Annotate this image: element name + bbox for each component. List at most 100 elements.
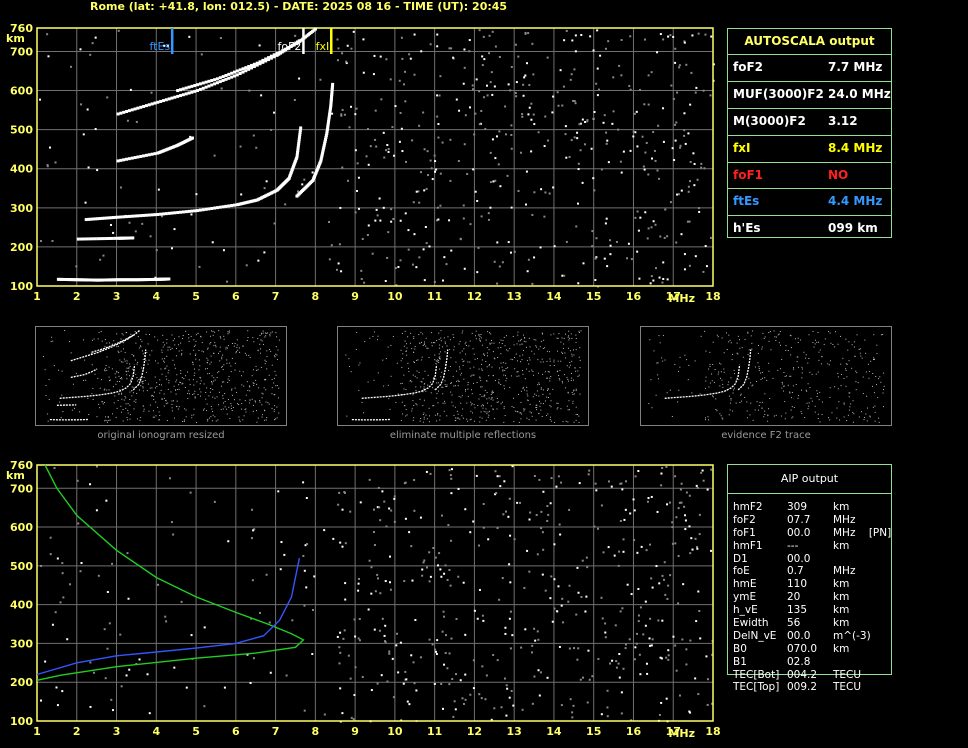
- noise-dot: [474, 112, 477, 115]
- thumbnail-noise: [520, 401, 522, 403]
- y-axis-label: km: [6, 32, 25, 45]
- echo-point: [139, 154, 143, 158]
- noise-dot: [577, 282, 580, 285]
- noise-dot: [79, 48, 82, 51]
- aip-unit: TECU: [833, 668, 862, 681]
- thumbnail-noise: [181, 383, 183, 385]
- noise-dot: [653, 149, 656, 152]
- thumbnail-noise: [224, 406, 226, 408]
- noise-dot: [128, 221, 131, 224]
- aip-value: 00.0: [787, 526, 811, 539]
- thumbnail-noise: [213, 352, 215, 354]
- thumbnail-noise: [457, 385, 459, 387]
- noise-dot: [513, 250, 516, 253]
- noise-dot: [380, 674, 383, 677]
- noise-dot: [339, 651, 342, 654]
- thumbnail-noise: [556, 408, 558, 410]
- thumbnail-noise: [210, 416, 212, 418]
- thumbnail-noise: [871, 385, 873, 387]
- thumbnail-noise: [559, 379, 561, 381]
- noise-dot: [508, 696, 511, 699]
- thumbnail-noise: [482, 404, 484, 406]
- noise-dot: [643, 168, 646, 171]
- thumbnail-noise: [414, 346, 416, 348]
- thumbnail-noise: [720, 415, 722, 417]
- thumbnail-noise: [249, 356, 251, 358]
- thumbnail-noise: [143, 376, 145, 378]
- thumbnail-noise: [817, 331, 819, 333]
- noise-dot: [450, 249, 453, 252]
- noise-dot: [413, 33, 416, 36]
- thumbnail-noise: [119, 359, 121, 361]
- noise-dot: [560, 604, 563, 607]
- thumbnail-noise: [108, 389, 110, 391]
- x-tick-label: 13: [507, 290, 522, 303]
- thumbnail-noise: [796, 361, 798, 363]
- noise-dot: [385, 149, 388, 152]
- noise-dot: [657, 124, 660, 127]
- noise-dot: [390, 208, 393, 211]
- thumbnail-noise: [501, 366, 503, 368]
- noise-dot: [505, 510, 508, 513]
- noise-dot: [40, 564, 43, 567]
- thumbnail-noise: [165, 375, 167, 377]
- thumbnail-noise: [111, 368, 113, 370]
- noise-dot: [382, 206, 385, 209]
- thumbnail-noise: [427, 347, 429, 349]
- thumbnail-noise: [542, 347, 544, 349]
- thumbnail-noise: [519, 344, 521, 346]
- thumbnail-noise: [438, 353, 440, 355]
- thumbnail-noise: [557, 337, 559, 339]
- noise-dot: [393, 497, 396, 500]
- thumbnail-noise: [741, 347, 743, 349]
- thumbnail-noise: [783, 372, 785, 374]
- noise-dot: [573, 647, 576, 650]
- thumbnail-noise: [138, 379, 140, 381]
- thumbnail-noise: [791, 417, 793, 419]
- aip-label: ymE: [733, 591, 757, 604]
- thumbnail-noise: [241, 384, 243, 386]
- aip-row: foF1 00.0 MHz [PN]: [733, 527, 933, 540]
- thumbnail-noise: [227, 399, 229, 401]
- thumbnail-ionogram: [337, 326, 589, 426]
- thumbnail-noise: [831, 412, 833, 414]
- noise-dot: [436, 115, 439, 118]
- x-tick-label: 4: [152, 725, 160, 738]
- thumbnail-noise: [405, 409, 407, 411]
- noise-dot: [544, 191, 547, 194]
- thumbnail-noise: [406, 414, 408, 416]
- noise-dot: [436, 94, 439, 97]
- noise-dot: [117, 29, 120, 32]
- thumbnail-noise: [161, 351, 163, 353]
- echo-point: [187, 209, 191, 213]
- thumbnail-noise: [855, 381, 857, 383]
- thumbnail-noise: [173, 364, 175, 366]
- noise-dot: [501, 261, 504, 264]
- noise-dot: [614, 624, 617, 627]
- noise-dot: [84, 201, 87, 204]
- thumbnail-noise: [425, 345, 427, 347]
- thumbnail-noise: [210, 355, 212, 357]
- thumbnail-noise: [245, 394, 247, 396]
- noise-dot: [635, 642, 638, 645]
- noise-dot: [667, 35, 670, 38]
- y-tick-label: 100: [10, 715, 33, 728]
- noise-dot: [563, 274, 566, 277]
- thumbnail-noise: [491, 366, 493, 368]
- noise-dot: [354, 635, 357, 638]
- thumbnail-noise: [529, 411, 531, 413]
- thumbnail-noise: [716, 410, 718, 412]
- noise-dot: [563, 39, 566, 42]
- thumbnail-noise: [127, 370, 129, 372]
- noise-dot: [398, 79, 401, 82]
- thumbnail-noise: [226, 347, 228, 349]
- aip-unit: MHz: [833, 565, 856, 578]
- noise-dot: [379, 519, 382, 522]
- noise-dot: [471, 88, 474, 91]
- thumbnail-noise: [506, 349, 508, 351]
- thumbnail-noise: [440, 337, 442, 339]
- noise-dot: [434, 160, 437, 163]
- thumbnail-noise: [434, 359, 436, 361]
- noise-dot: [138, 658, 141, 661]
- thumbnail-noise: [421, 359, 423, 361]
